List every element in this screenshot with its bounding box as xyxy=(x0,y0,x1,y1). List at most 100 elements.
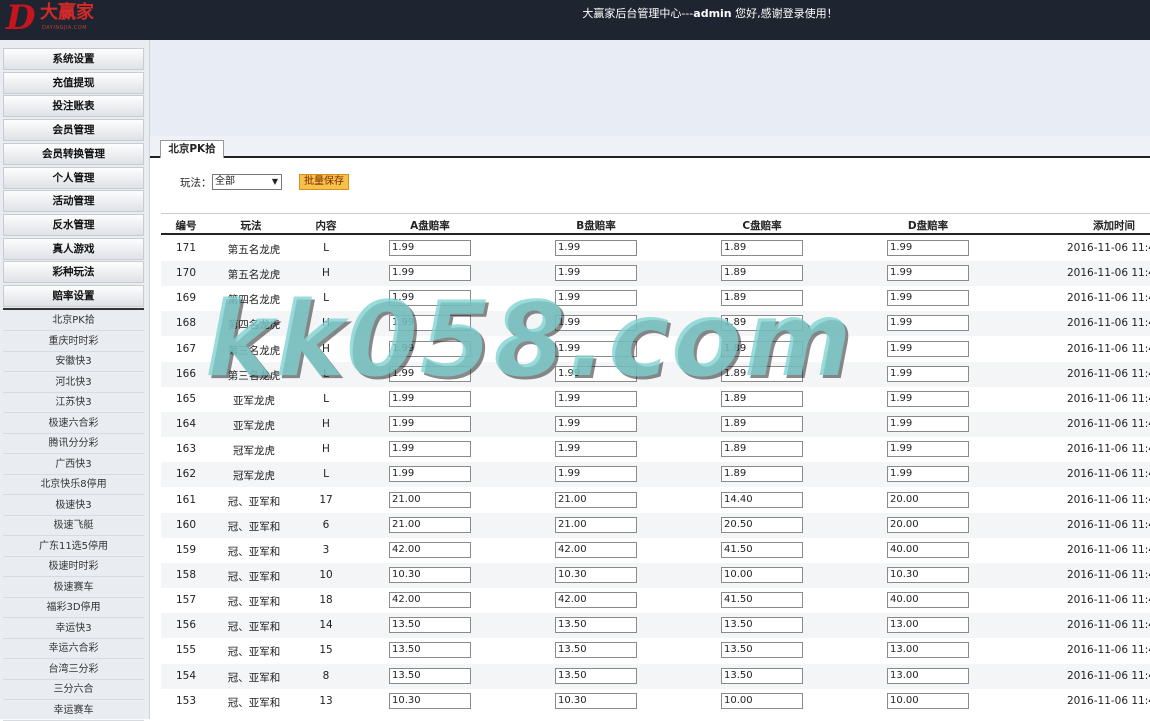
odds-input-d[interactable]: 1.99 xyxy=(887,315,969,332)
odds-input-c[interactable]: 13.50 xyxy=(721,667,803,684)
odds-input-c[interactable]: 1.89 xyxy=(721,365,803,382)
sidebar-menu-item[interactable]: 个人管理 xyxy=(3,166,144,189)
odds-input-a[interactable]: 1.99 xyxy=(389,340,471,357)
odds-input-b[interactable]: 21.00 xyxy=(555,491,637,508)
odds-input-b[interactable]: 13.50 xyxy=(555,642,637,659)
odds-input-d[interactable]: 13.00 xyxy=(887,617,969,634)
odds-input-a[interactable]: 10.30 xyxy=(389,566,471,583)
odds-input-c[interactable]: 13.50 xyxy=(721,617,803,634)
odds-input-b[interactable]: 1.99 xyxy=(555,290,637,307)
odds-input-a[interactable]: 13.50 xyxy=(389,642,471,659)
odds-input-b[interactable]: 1.99 xyxy=(555,390,637,407)
play-filter-select[interactable]: 全部 ▼ xyxy=(212,174,282,190)
odds-input-a[interactable]: 1.99 xyxy=(389,290,471,307)
odds-input-d[interactable]: 20.00 xyxy=(887,491,969,508)
sidebar-submenu-item[interactable]: 重庆时时彩 xyxy=(3,332,144,352)
sidebar-menu-item[interactable]: 真人游戏 xyxy=(3,237,144,260)
odds-input-b[interactable]: 1.99 xyxy=(555,240,637,256)
tab-beijing-pk10[interactable]: 北京PK拾 xyxy=(160,140,224,158)
odds-input-b[interactable]: 1.99 xyxy=(555,265,637,282)
odds-input-b[interactable]: 1.99 xyxy=(555,466,637,483)
odds-input-b[interactable]: 1.99 xyxy=(555,340,637,357)
odds-input-d[interactable]: 13.00 xyxy=(887,642,969,659)
odds-input-b[interactable]: 13.50 xyxy=(555,617,637,634)
odds-input-d[interactable]: 10.30 xyxy=(887,566,969,583)
odds-input-a[interactable]: 1.99 xyxy=(389,315,471,332)
sidebar-submenu-item[interactable]: 幸运六合彩 xyxy=(3,639,144,659)
odds-input-d[interactable]: 1.99 xyxy=(887,441,969,458)
odds-input-b[interactable]: 42.00 xyxy=(555,592,637,609)
odds-input-b[interactable]: 1.99 xyxy=(555,365,637,382)
odds-input-c[interactable]: 10.00 xyxy=(721,692,803,709)
odds-input-a[interactable]: 21.00 xyxy=(389,516,471,533)
odds-input-c[interactable]: 20.50 xyxy=(721,516,803,533)
odds-input-a[interactable]: 1.99 xyxy=(389,265,471,282)
sidebar-menu-item[interactable]: 系统设置 xyxy=(3,48,144,70)
odds-input-c[interactable]: 41.50 xyxy=(721,592,803,609)
odds-input-c[interactable]: 1.89 xyxy=(721,290,803,307)
odds-input-a[interactable]: 1.99 xyxy=(389,365,471,382)
odds-input-d[interactable]: 1.99 xyxy=(887,466,969,483)
odds-input-a[interactable]: 10.30 xyxy=(389,692,471,709)
sidebar-submenu-item[interactable]: 广东11选5停用 xyxy=(3,537,144,557)
odds-input-a[interactable]: 42.00 xyxy=(389,592,471,609)
odds-input-c[interactable]: 1.89 xyxy=(721,416,803,433)
odds-input-c[interactable]: 10.00 xyxy=(721,566,803,583)
odds-input-c[interactable]: 1.89 xyxy=(721,340,803,357)
odds-input-b[interactable]: 10.30 xyxy=(555,566,637,583)
sidebar-submenu-item[interactable]: 极速六合彩 xyxy=(3,414,144,434)
odds-input-c[interactable]: 13.50 xyxy=(721,642,803,659)
odds-input-a[interactable]: 1.99 xyxy=(389,416,471,433)
odds-input-b[interactable]: 1.99 xyxy=(555,315,637,332)
odds-input-c[interactable]: 1.89 xyxy=(721,390,803,407)
odds-input-b[interactable]: 10.30 xyxy=(555,692,637,709)
sidebar-submenu-item[interactable]: 幸运快3 xyxy=(3,619,144,639)
odds-input-c[interactable]: 1.89 xyxy=(721,441,803,458)
sidebar-menu-item[interactable]: 投注账表 xyxy=(3,95,144,118)
sidebar-submenu-item[interactable]: 福彩3D停用 xyxy=(3,598,144,618)
odds-input-b[interactable]: 21.00 xyxy=(555,516,637,533)
odds-input-a[interactable]: 1.99 xyxy=(389,441,471,458)
odds-input-d[interactable]: 20.00 xyxy=(887,516,969,533)
sidebar-submenu-item[interactable]: 江苏快3 xyxy=(3,393,144,413)
sidebar-submenu-item[interactable]: 极速快3 xyxy=(3,496,144,516)
odds-input-a[interactable]: 42.00 xyxy=(389,541,471,558)
odds-input-b[interactable]: 42.00 xyxy=(555,541,637,558)
odds-input-a[interactable]: 1.99 xyxy=(389,390,471,407)
odds-input-c[interactable]: 1.89 xyxy=(721,466,803,483)
odds-input-b[interactable]: 1.99 xyxy=(555,416,637,433)
odds-input-a[interactable]: 1.99 xyxy=(389,240,471,256)
odds-input-a[interactable]: 13.50 xyxy=(389,617,471,634)
sidebar-submenu-item[interactable]: 三分六合 xyxy=(3,680,144,700)
odds-input-c[interactable]: 1.89 xyxy=(721,240,803,256)
odds-input-c[interactable]: 14.40 xyxy=(721,491,803,508)
sidebar-menu-item[interactable]: 会员转换管理 xyxy=(3,142,144,165)
sidebar-submenu-item[interactable]: 极速飞艇 xyxy=(3,516,144,536)
sidebar-submenu-item[interactable]: 北京快乐8停用 xyxy=(3,475,144,495)
odds-input-d[interactable]: 1.99 xyxy=(887,365,969,382)
odds-input-d[interactable]: 40.00 xyxy=(887,592,969,609)
sidebar-menu-item[interactable]: 活动管理 xyxy=(3,190,144,213)
sidebar-submenu-item[interactable]: 腾讯分分彩 xyxy=(3,434,144,454)
sidebar-submenu-item[interactable]: 极速赛车 xyxy=(3,578,144,598)
sidebar-submenu-item[interactable]: 广西快3 xyxy=(3,455,144,475)
sidebar-submenu-item[interactable]: 极速时时彩 xyxy=(3,557,144,577)
odds-input-a[interactable]: 13.50 xyxy=(389,667,471,684)
odds-input-a[interactable]: 1.99 xyxy=(389,466,471,483)
odds-input-d[interactable]: 1.99 xyxy=(887,390,969,407)
odds-input-d[interactable]: 1.99 xyxy=(887,416,969,433)
odds-input-c[interactable]: 1.89 xyxy=(721,315,803,332)
sidebar-menu-item[interactable]: 彩种玩法 xyxy=(3,261,144,284)
odds-input-d[interactable]: 1.99 xyxy=(887,340,969,357)
odds-input-d[interactable]: 1.99 xyxy=(887,240,969,256)
batch-save-button[interactable]: 批量保存 xyxy=(299,174,349,190)
sidebar-menu-item[interactable]: 会员管理 xyxy=(3,119,144,142)
odds-input-c[interactable]: 41.50 xyxy=(721,541,803,558)
odds-input-d[interactable]: 10.00 xyxy=(887,692,969,709)
odds-input-a[interactable]: 21.00 xyxy=(389,491,471,508)
sidebar-submenu-item[interactable]: 台湾三分彩 xyxy=(3,660,144,680)
odds-input-b[interactable]: 1.99 xyxy=(555,441,637,458)
sidebar-submenu-item[interactable]: 幸运赛车 xyxy=(3,701,144,721)
odds-input-d[interactable]: 1.99 xyxy=(887,265,969,282)
sidebar-menu-item[interactable]: 赔率设置 xyxy=(3,285,144,307)
